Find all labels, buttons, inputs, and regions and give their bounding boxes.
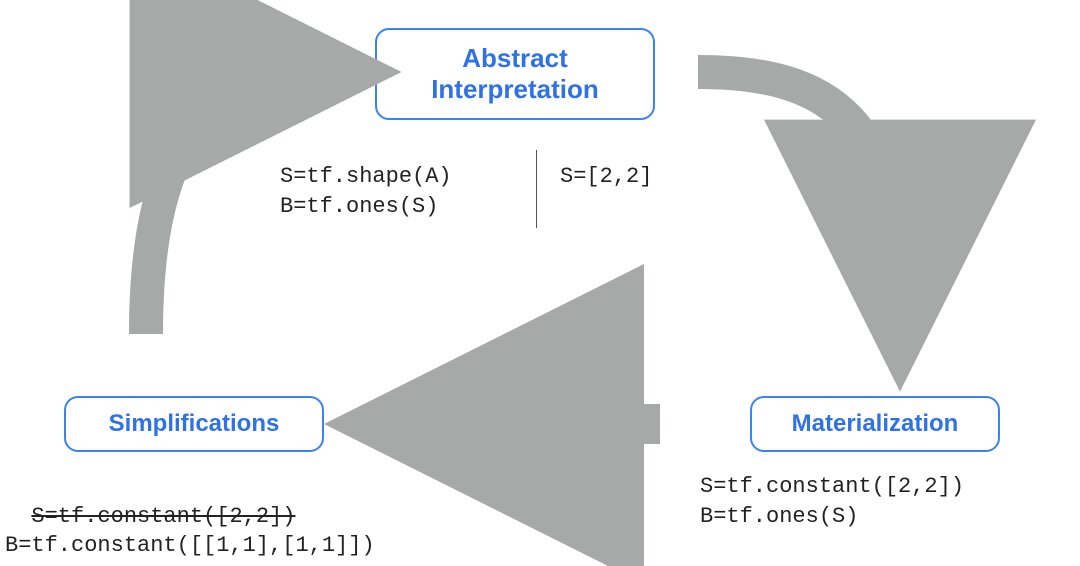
arrow-simplifications-to-abstract	[0, 0, 1080, 566]
